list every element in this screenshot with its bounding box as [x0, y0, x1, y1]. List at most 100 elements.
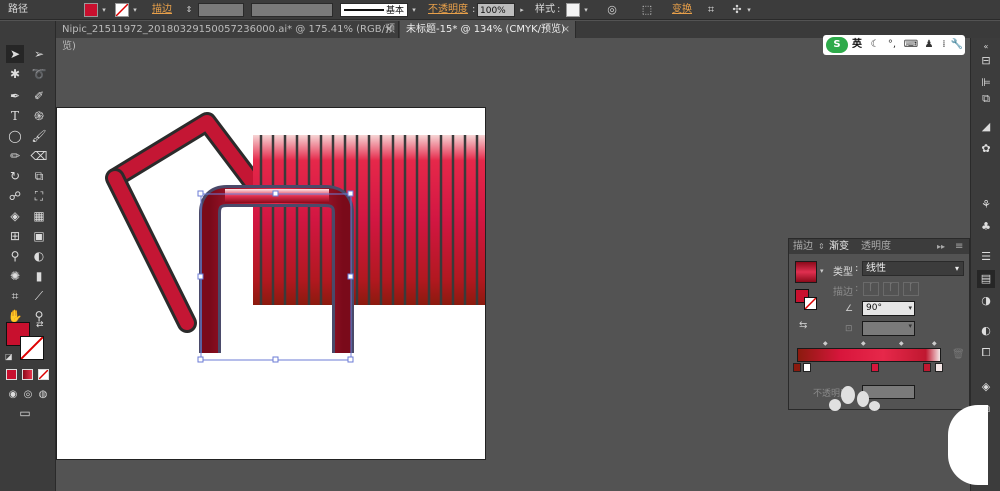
fill-dropdown[interactable]: ▾ — [100, 3, 108, 17]
column-graph-icon[interactable]: ▮ — [30, 267, 48, 285]
punctuation-icon[interactable]: °, — [885, 37, 899, 53]
stroke-across-icon[interactable]: ⌈ — [903, 282, 919, 296]
gradient-stop[interactable] — [793, 363, 801, 372]
curvature-icon[interactable]: ✐ — [30, 87, 48, 105]
ime-logo-icon[interactable]: S — [826, 37, 848, 53]
pathfinder-icon[interactable]: ⧉ — [977, 90, 995, 108]
arrange-dropdown[interactable]: ▾ — [745, 3, 753, 17]
tab-nipic[interactable]: Nipic_21511972_20180329150057236000.ai* … — [56, 21, 399, 52]
keyboard-icon[interactable]: ⌨ — [903, 37, 919, 53]
eraser-icon[interactable]: ⌫ — [30, 147, 48, 165]
tab-gradient[interactable]: 渐变 — [829, 239, 849, 254]
style-dropdown[interactable]: ▾ — [582, 3, 590, 17]
close-icon[interactable]: × — [562, 21, 570, 38]
moon-icon[interactable]: ☾ — [868, 37, 882, 53]
stroke-panel-icon[interactable]: ☰ — [977, 248, 995, 266]
stroke-color-icon[interactable] — [20, 336, 44, 360]
midpoint-marker[interactable]: ◆ — [861, 340, 866, 347]
isolate-icon[interactable]: ⌗ — [704, 3, 718, 17]
stroke-within-icon[interactable]: ⌈ — [863, 282, 879, 296]
properties-icon[interactable]: ⊟ — [977, 52, 995, 70]
slice-icon[interactable]: ⟋ — [30, 287, 48, 305]
paintbrush-icon[interactable]: 🖌 — [30, 127, 48, 145]
midpoint-marker[interactable]: ◆ — [932, 340, 937, 347]
wrench-icon[interactable]: 🔧 — [950, 37, 964, 53]
opacity-dropdown[interactable]: ▸ — [518, 3, 526, 17]
aspect-field[interactable]: ▾ — [862, 321, 915, 336]
symbol-sprayer-icon[interactable]: ✺ — [6, 267, 24, 285]
scale-icon[interactable]: ⧉ — [30, 167, 48, 185]
warp-icon[interactable]: ☍ — [6, 187, 24, 205]
spiral-icon[interactable]: ֍ — [30, 107, 48, 125]
direct-selection-icon[interactable]: ➢ — [30, 45, 48, 63]
rotate-icon[interactable]: ↻ — [6, 167, 24, 185]
gradient-panel-icon[interactable]: ▤ — [977, 270, 995, 288]
opacity-field[interactable] — [862, 385, 915, 399]
stroke-swatch[interactable] — [115, 3, 129, 17]
free-transform-icon[interactable]: ⛶ — [30, 187, 48, 205]
ime-mode[interactable]: 英 — [850, 37, 864, 53]
transparency-icon[interactable]: ◢ — [977, 118, 995, 136]
arrange-icon[interactable]: ✣ — [730, 3, 744, 17]
profile-dropdown[interactable]: ▾ — [410, 3, 418, 17]
angle-field[interactable]: 90° ▾ — [862, 301, 915, 316]
gradient-slider[interactable] — [797, 348, 941, 362]
stroke-along-icon[interactable]: ⌈ — [883, 282, 899, 296]
stroke-dropdown[interactable]: ▾ — [131, 3, 139, 17]
tab-arrows-icon[interactable]: ⇕ — [818, 239, 825, 254]
pen-icon[interactable]: ✒ — [6, 87, 24, 105]
fill-swatch[interactable] — [84, 3, 98, 17]
symbols-icon[interactable]: ♣ — [977, 218, 995, 236]
panel-menu-icon[interactable]: ≡ — [955, 239, 963, 254]
magic-wand-icon[interactable]: ✱ — [6, 65, 24, 83]
blend-icon[interactable]: ◐ — [30, 247, 48, 265]
mesh-icon[interactable]: ⊞ — [6, 227, 24, 245]
perspective-grid-icon[interactable]: ▦ — [30, 207, 48, 225]
stroke-profile-box[interactable]: 基本 — [340, 3, 408, 17]
swap-colors-icon[interactable]: ⇄ — [36, 320, 44, 330]
stroke-link[interactable]: 描边 — [152, 3, 172, 17]
appearance-icon[interactable]: ◑ — [977, 292, 995, 310]
variable-width-field[interactable] — [251, 3, 333, 17]
expand-icon[interactable]: ▸▸ — [937, 239, 945, 254]
gradient-mode-icon[interactable] — [22, 369, 33, 380]
selection-tool-icon[interactable]: ➤ — [6, 45, 24, 63]
preview-dropdown[interactable]: ▾ — [820, 267, 824, 275]
brushes-icon[interactable]: ⚘ — [977, 196, 995, 214]
stroke-swatch-small[interactable] — [804, 297, 817, 310]
color-guide-icon[interactable]: ✿ — [977, 140, 995, 158]
midpoint-marker[interactable]: ◆ — [823, 340, 828, 347]
trash-icon[interactable]: 🗑 — [952, 349, 965, 360]
menu-icon[interactable]: ⁞ — [938, 37, 950, 53]
reverse-gradient-icon[interactable]: ⇆ — [799, 320, 807, 331]
stroke-weight-field[interactable] — [198, 3, 244, 17]
default-colors-icon[interactable]: ◪ — [5, 352, 13, 361]
gradient-stop[interactable] — [871, 363, 879, 372]
close-icon[interactable]: × — [385, 21, 393, 38]
midpoint-marker[interactable]: ◆ — [899, 340, 904, 347]
opacity-field[interactable]: 100% — [477, 3, 515, 17]
gradient-stop[interactable] — [935, 363, 943, 372]
graphic-styles-icon[interactable]: ◐ — [977, 322, 995, 340]
artboards-icon[interactable]: ⧠ — [977, 344, 995, 362]
opacity-link[interactable]: 不透明度 — [428, 3, 468, 17]
gradient-tool-icon[interactable]: ▣ — [30, 227, 48, 245]
color-mode-icon[interactable] — [6, 369, 17, 380]
tab-transparency[interactable]: 透明度 — [861, 239, 891, 254]
type-icon[interactable]: T — [6, 107, 24, 125]
gradient-stop[interactable] — [803, 363, 811, 372]
skin-icon[interactable]: ♟ — [922, 37, 936, 53]
eyedropper-icon[interactable]: ⚲ — [6, 247, 24, 265]
none-mode-icon[interactable] — [38, 369, 49, 380]
screen-mode-icon[interactable]: ▭ — [16, 404, 34, 422]
stroke-stepper-icon[interactable]: ⇕ — [182, 3, 196, 17]
shape-builder-icon[interactable]: ◈ — [6, 207, 24, 225]
lasso-icon[interactable]: ➰ — [30, 65, 48, 83]
tab-stroke[interactable]: 描边 — [793, 239, 813, 254]
tab-untitled[interactable]: 未标题-15* @ 134% (CMYK/预览) × — [400, 21, 576, 38]
select-similar-icon[interactable]: ⬚ — [640, 3, 654, 17]
draw-inside-icon[interactable]: ◍ — [34, 386, 52, 404]
pencil-icon[interactable]: ✏ — [6, 147, 24, 165]
recolor-icon[interactable]: ◎ — [605, 3, 619, 17]
transform-link[interactable]: 变换 — [672, 3, 692, 17]
